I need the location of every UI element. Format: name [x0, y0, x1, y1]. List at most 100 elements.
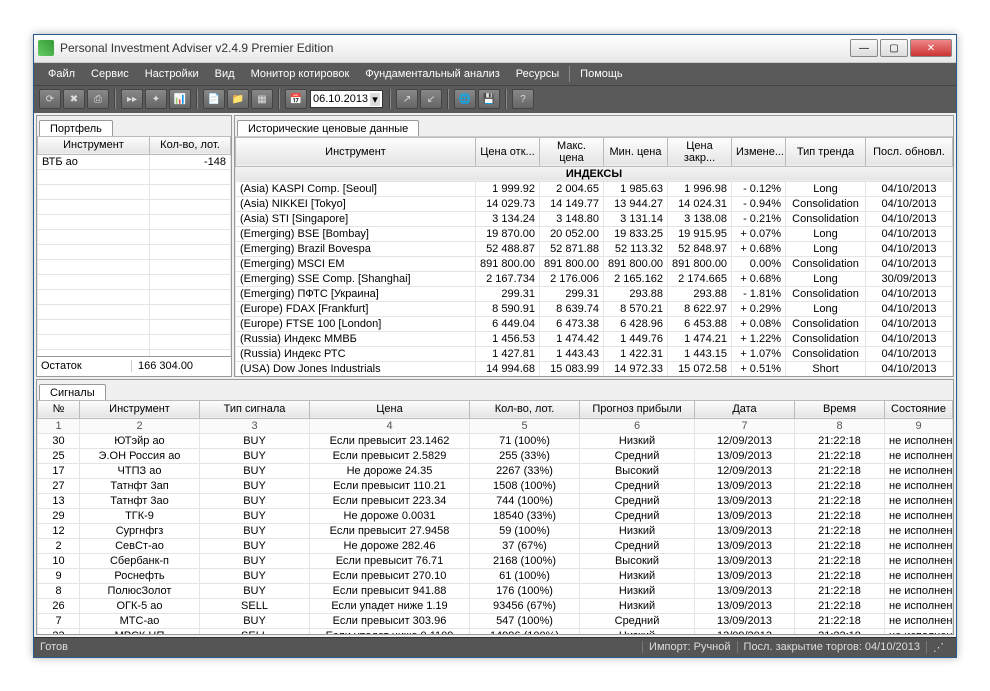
signals-grid[interactable]: № Инструмент Тип сигнала Цена Кол-во, ло… — [37, 400, 953, 634]
tool-chart-icon[interactable]: 📊 — [169, 89, 191, 109]
tab-history[interactable]: Исторические ценовые данные — [237, 120, 419, 137]
date-picker[interactable]: 06.10.2013▾ — [310, 90, 383, 108]
col-s-instr[interactable]: Инструмент — [80, 400, 200, 418]
table-row[interactable]: 9РоснефтьBUYЕсли превысит 270.1061 (100%… — [38, 568, 953, 583]
table-row[interactable]: ВТБ ао-148 — [38, 154, 231, 169]
maximize-button[interactable]: ▢ — [880, 39, 908, 57]
signals-panel: Сигналы № Инструмент Тип сигнала Цена Ко… — [36, 379, 954, 635]
table-row[interactable]: (Asia) KASPI Comp. [Seoul]1 999.922 004.… — [236, 181, 953, 196]
status-import: Импорт: Ручной — [642, 641, 736, 653]
status-ready: Готов — [40, 641, 68, 653]
table-row[interactable]: (Emerging) MSCI EM891 800.00891 800.0089… — [236, 256, 953, 271]
remainder-value: 166 304.00 — [131, 360, 231, 372]
table-row[interactable]: (Emerging) SSE Comp. [Shanghai]2 167.734… — [236, 271, 953, 286]
tab-signals[interactable]: Сигналы — [39, 384, 106, 401]
table-row[interactable]: 26ОГК-5 аоSELLЕсли упадет ниже 1.1993456… — [38, 598, 953, 613]
table-row[interactable]: (USA) Dow Jones Industrials14 994.6815 0… — [236, 361, 953, 376]
remainder-row: Остаток 166 304.00 — [37, 356, 231, 376]
group-header: ИНДЕКСЫ — [236, 166, 953, 181]
table-row[interactable]: 8ПолюсЗолотBUYЕсли превысит 941.88176 (1… — [38, 583, 953, 598]
table-row[interactable]: 25Э.ОН Россия аоBUYЕсли превысит 2.58292… — [38, 448, 953, 463]
col-h-chg[interactable]: Измене... — [732, 137, 786, 166]
tab-portfolio[interactable]: Портфель — [39, 120, 113, 137]
table-row[interactable]: (Russia) Индекс ММВБ1 456.531 474.421 44… — [236, 331, 953, 346]
tool-globe-icon[interactable]: 🌐 — [454, 89, 476, 109]
table-row[interactable]: (Emerging) ПФТС [Украина]299.31299.31293… — [236, 286, 953, 301]
table-row[interactable]: (Asia) NIKKEI [Tokyo]14 029.7314 149.771… — [236, 196, 953, 211]
menu-fundamental[interactable]: Фундаментальный анализ — [357, 65, 508, 83]
menu-view[interactable]: Вид — [207, 65, 243, 83]
table-row[interactable]: 13Татнфт 3аоBUYЕсли превысит 223.34744 (… — [38, 493, 953, 508]
table-row[interactable]: 12СургнфгзBUYЕсли превысит 27.945859 (10… — [38, 523, 953, 538]
portfolio-grid[interactable]: Инструмент Кол-во, лот. ВТБ ао-148 — [37, 136, 231, 356]
col-s-profit[interactable]: Прогноз прибыли — [580, 400, 695, 418]
tool-table-icon[interactable]: ▦ — [251, 89, 273, 109]
col-s-type[interactable]: Тип сигнала — [200, 400, 310, 418]
menubar: Файл Сервис Настройки Вид Монитор котиро… — [34, 63, 956, 85]
tool-wrench-icon[interactable]: ✦ — [145, 89, 167, 109]
tool-gear-icon[interactable]: ✖ — [63, 89, 85, 109]
statusbar: Готов Импорт: Ручной Посл. закрытие торг… — [34, 637, 956, 657]
table-row[interactable]: 7МТС-аоBUYЕсли превысит 303.96547 (100%)… — [38, 613, 953, 628]
col-h-open[interactable]: Цена отк... — [476, 137, 540, 166]
col-s-date[interactable]: Дата — [695, 400, 795, 418]
tool-refresh-icon[interactable]: ⟳ — [39, 89, 61, 109]
col-s-price[interactable]: Цена — [310, 400, 470, 418]
table-row[interactable]: 30ЮТэйр аоBUYЕсли превысит 23.146271 (10… — [38, 433, 953, 448]
table-row[interactable]: (Europe) FTSE 100 [London]6 449.046 473.… — [236, 316, 953, 331]
table-row[interactable]: (Emerging) Brazil Bovespa52 488.8752 871… — [236, 241, 953, 256]
tool-save-icon[interactable]: 💾 — [478, 89, 500, 109]
table-row[interactable]: (Russia) Индекс РТС1 427.811 443.431 422… — [236, 346, 953, 361]
table-row[interactable]: (Emerging) BSE [Bombay]19 870.0020 052.0… — [236, 226, 953, 241]
col-h-min[interactable]: Мин. цена — [604, 137, 668, 166]
table-row[interactable]: (Europe) FDAX [Frankfurt]8 590.918 639.7… — [236, 301, 953, 316]
tool-import-icon[interactable]: ↙ — [420, 89, 442, 109]
tool-play-icon[interactable]: ▸▸ — [121, 89, 143, 109]
tool-calendar-icon[interactable]: 📅 — [285, 89, 307, 109]
col-h-upd[interactable]: Посл. обновл. — [866, 137, 953, 166]
close-button[interactable]: ✕ — [910, 39, 952, 57]
table-row[interactable]: 29ТГК-9BUYНе дороже 0.003118540 (33%)Сре… — [38, 508, 953, 523]
history-panel: Исторические ценовые данные Инструмент Ц… — [234, 115, 954, 377]
col-h-max[interactable]: Макс. цена — [540, 137, 604, 166]
tool-print-icon[interactable]: ⎙ — [87, 89, 109, 109]
table-row[interactable]: (Asia) STI [Singapore]3 134.243 148.803 … — [236, 211, 953, 226]
signals-subheader: 123456789 — [38, 418, 953, 433]
app-window: Personal Investment Adviser v2.4.9 Premi… — [33, 34, 957, 658]
tool-help-icon[interactable]: ? — [512, 89, 534, 109]
table-row[interactable]: 10Сбербанк-пBUYЕсли превысит 76.712168 (… — [38, 553, 953, 568]
tool-folder-icon[interactable]: 📁 — [227, 89, 249, 109]
col-s-status[interactable]: Состояние — [885, 400, 953, 418]
table-row[interactable]: 17ЧТПЗ аоBUYНе дороже 24.352267 (33%)Выс… — [38, 463, 953, 478]
dropdown-icon[interactable]: ▾ — [370, 93, 380, 106]
col-s-time[interactable]: Время — [795, 400, 885, 418]
titlebar: Personal Investment Adviser v2.4.9 Premi… — [34, 35, 956, 63]
remainder-label: Остаток — [37, 360, 131, 372]
tool-doc-icon[interactable]: 📄 — [203, 89, 225, 109]
table-row[interactable]: 27Татнфт 3апBUYЕсли превысит 110.211508 … — [38, 478, 953, 493]
resize-grip-icon[interactable]: ⋰ — [926, 641, 950, 654]
table-row[interactable]: 23МРСК ЦПSELLЕсли упадет ниже 0.11091499… — [38, 628, 953, 634]
menu-file[interactable]: Файл — [40, 65, 83, 83]
col-h-trend[interactable]: Тип тренда — [786, 137, 866, 166]
col-s-num[interactable]: № — [38, 400, 80, 418]
table-row[interactable]: 2СевСт-аоBUYНе дороже 282.4637 (67%)Сред… — [38, 538, 953, 553]
col-h-instr[interactable]: Инструмент — [236, 137, 476, 166]
minimize-button[interactable]: — — [850, 39, 878, 57]
col-instrument[interactable]: Инструмент — [38, 136, 150, 154]
menu-help[interactable]: Помощь — [572, 65, 631, 83]
menu-separator — [569, 66, 570, 82]
menu-settings[interactable]: Настройки — [137, 65, 207, 83]
status-close: Посл. закрытие торгов: 04/10/2013 — [737, 641, 926, 653]
history-grid[interactable]: Инструмент Цена отк... Макс. цена Мин. ц… — [235, 137, 953, 376]
col-h-close[interactable]: Цена закр... — [668, 137, 732, 166]
col-s-qty[interactable]: Кол-во, лот. — [470, 400, 580, 418]
app-icon — [38, 40, 54, 56]
tool-export-icon[interactable]: ↗ — [396, 89, 418, 109]
col-qty[interactable]: Кол-во, лот. — [149, 136, 230, 154]
toolbar: ⟳ ✖ ⎙ ▸▸ ✦ 📊 📄 📁 ▦ 📅 06.10.2013▾ ↗ ↙ 🌐 💾… — [34, 85, 956, 113]
portfolio-panel: Портфель Инструмент Кол-во, лот. ВТБ ао-… — [36, 115, 232, 377]
menu-service[interactable]: Сервис — [83, 65, 137, 83]
menu-quotes[interactable]: Монитор котировок — [243, 65, 358, 83]
menu-resources[interactable]: Ресурсы — [508, 65, 567, 83]
